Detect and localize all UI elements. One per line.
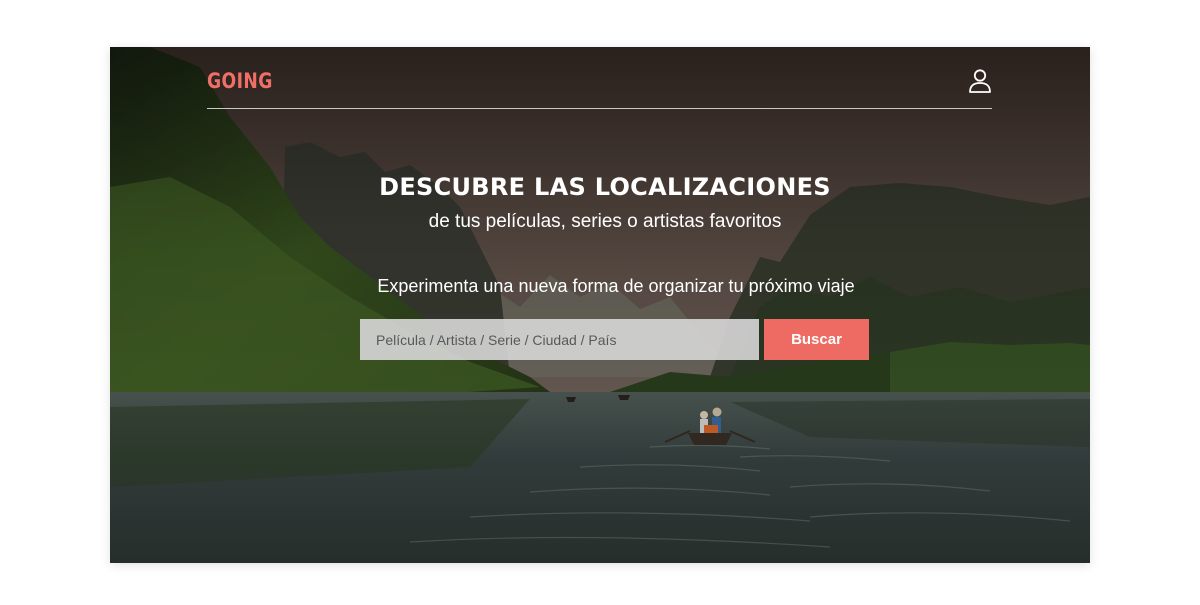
hero-subtitle: de tus películas, series o artistas favo… bbox=[428, 211, 782, 232]
user-icon[interactable] bbox=[968, 68, 992, 94]
hero-tagline: Experimenta una nueva forma de organizar… bbox=[377, 276, 855, 296]
going-logo[interactable]: GOING bbox=[207, 69, 273, 93]
search-button[interactable]: Buscar bbox=[764, 319, 869, 360]
hero-title: DESCUBRE LAS LOCALIZACIONES bbox=[379, 173, 831, 201]
hero-section: GOING DESCUBRE LAS LOCALIZACIONES de tus… bbox=[110, 47, 1090, 563]
top-navigation: GOING bbox=[207, 47, 992, 109]
hero-background-image bbox=[110, 47, 1090, 563]
search-input[interactable] bbox=[360, 319, 759, 360]
